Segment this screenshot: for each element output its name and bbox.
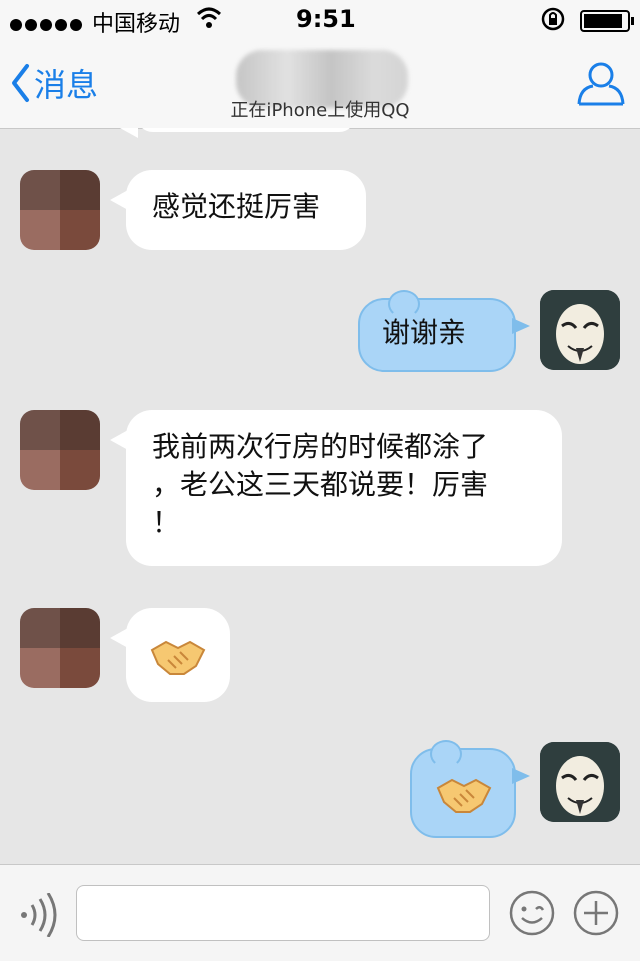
chat-area[interactable]: 感觉还挺厉害 谢谢亲 我前两次行房的时候都涂了 ，老公这三天都说要！厉害 ！ — [0, 128, 640, 864]
voice-input-button[interactable] — [18, 892, 58, 941]
mask-avatar-icon — [540, 290, 620, 370]
bubble-tail — [512, 318, 530, 334]
message-bubble[interactable] — [110, 608, 230, 702]
contact-avatar[interactable] — [20, 608, 100, 688]
handshake-emoji-icon — [150, 640, 206, 675]
status-bar: 中国移动 9:51 — [0, 0, 640, 40]
message-text-line: ，老公这三天都说要！厉害 — [152, 468, 489, 501]
message-text: 感觉还挺厉害 — [152, 190, 321, 223]
contact-avatar[interactable] — [20, 410, 100, 490]
handshake-emoji-icon — [436, 778, 492, 813]
contact-avatar[interactable] — [20, 170, 100, 250]
bubble-ear-decoration — [388, 290, 420, 318]
message-bubble-cut-off — [120, 128, 356, 138]
message-text: 谢谢亲 — [382, 316, 467, 349]
battery-level — [584, 14, 622, 28]
battery-icon — [580, 10, 634, 32]
voice-wave-icon — [21, 892, 57, 938]
message-text-line: 我前两次行房的时候都涂了 — [152, 430, 489, 463]
nav-bar: 消息 正在iPhone上使用QQ — [0, 40, 640, 129]
message-input[interactable] — [76, 885, 490, 941]
self-avatar[interactable] — [540, 290, 620, 370]
message-bubble-self[interactable]: 谢谢亲 — [358, 290, 530, 372]
online-status: 正在iPhone上使用QQ — [230, 100, 410, 121]
more-options-button[interactable] — [572, 889, 620, 941]
bubble-ear-decoration — [430, 740, 462, 768]
smiley-icon — [509, 890, 555, 936]
message-bubble[interactable]: 我前两次行房的时候都涂了 ，老公这三天都说要！厉害 ！ — [110, 410, 562, 566]
wifi-icon — [196, 2, 222, 40]
clock: 9:51 — [296, 5, 356, 33]
self-avatar[interactable] — [540, 742, 620, 822]
bubble-tail — [512, 768, 530, 784]
message-bubble[interactable]: 感觉还挺厉害 — [110, 170, 366, 250]
plus-icon — [573, 890, 619, 936]
message-bubble-self[interactable] — [410, 740, 530, 838]
mask-avatar-icon — [540, 742, 620, 822]
carrier-label: 中国移动 — [92, 12, 181, 37]
signal-strength-icon — [10, 12, 85, 37]
message-text-line: ！ — [152, 506, 181, 539]
rotation-lock-icon — [540, 6, 566, 38]
person-icon — [577, 62, 625, 106]
emoji-button[interactable] — [508, 889, 556, 941]
contact-profile-button[interactable] — [576, 58, 626, 112]
input-bar — [0, 864, 640, 961]
